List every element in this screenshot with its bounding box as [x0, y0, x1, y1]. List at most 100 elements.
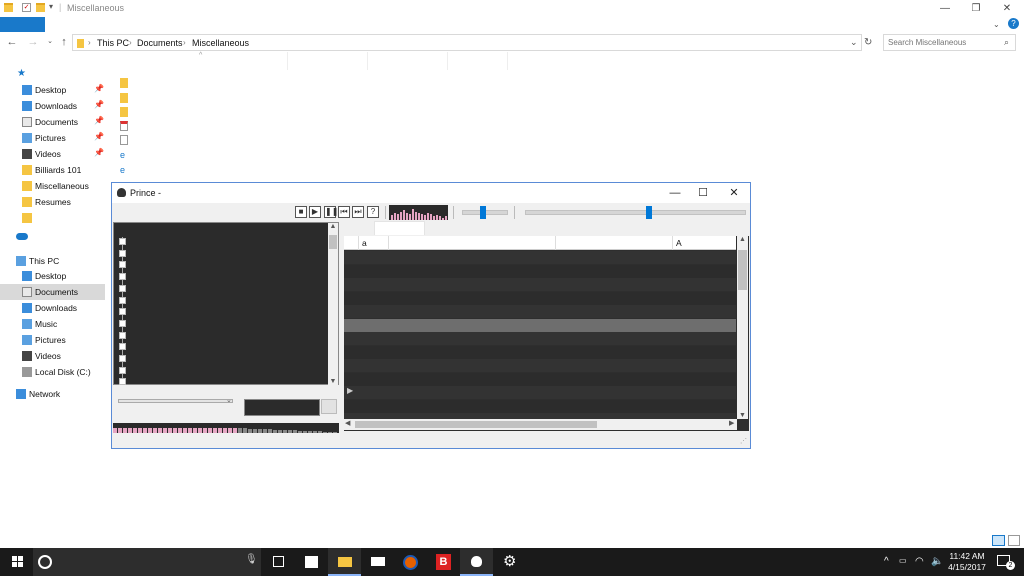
breadcrumb-separator[interactable]: ›: [88, 38, 91, 47]
address-dropdown-icon[interactable]: ⌄: [850, 37, 858, 48]
scroll-up-icon[interactable]: ▲: [737, 236, 748, 243]
playlist-row[interactable]: [344, 359, 736, 372]
folder-icon[interactable]: [120, 93, 128, 103]
nav-item-pc-music[interactable]: Music: [0, 316, 105, 332]
nav-item-local-disk[interactable]: Local Disk (C:): [0, 364, 105, 380]
taskbar-file-explorer[interactable]: [328, 548, 361, 576]
tree-expand-icon[interactable]: [119, 273, 126, 281]
taskbar-firefox[interactable]: [394, 548, 427, 576]
nav-item-resumes[interactable]: Resumes: [0, 194, 105, 210]
details-view-icon[interactable]: [992, 535, 1005, 546]
tree-expand-icon[interactable]: [119, 238, 126, 245]
taskbar-prince[interactable]: [460, 548, 493, 576]
nav-item-miscellaneous[interactable]: Miscellaneous: [0, 178, 105, 194]
playlist-row[interactable]: [344, 372, 736, 386]
task-view-button[interactable]: [262, 548, 295, 576]
breadcrumb-miscellaneous[interactable]: Miscellaneous: [192, 38, 249, 48]
tree-scrollbar[interactable]: ▲ ▼: [328, 223, 338, 385]
taskbar-settings[interactable]: ⚙: [493, 548, 526, 576]
scroll-thumb[interactable]: [738, 250, 747, 290]
properties-icon[interactable]: ✓: [22, 3, 31, 12]
next-button[interactable]: ⏭: [352, 206, 364, 218]
tree-expand-icon[interactable]: [119, 308, 126, 316]
resize-grip-icon[interactable]: ⋰: [740, 437, 747, 445]
scroll-right-icon[interactable]: ▶: [729, 419, 734, 427]
back-button[interactable]: ←: [5, 35, 19, 49]
tree-expand-icon[interactable]: [119, 249, 126, 257]
seek-slider-thumb[interactable]: [646, 206, 652, 219]
search-input[interactable]: [884, 35, 994, 50]
tree-expand-icon[interactable]: [119, 296, 126, 304]
nav-item-pc-videos[interactable]: Videos: [0, 348, 105, 364]
playlist-row[interactable]: [344, 251, 736, 264]
combo-box[interactable]: [118, 399, 233, 403]
volume-icon[interactable]: 🔈: [931, 556, 943, 567]
pdf-file-icon[interactable]: [120, 121, 128, 131]
tree-expand-icon[interactable]: [119, 319, 126, 327]
onedrive-icon[interactable]: [16, 233, 28, 240]
scroll-down-icon[interactable]: ▼: [328, 378, 338, 385]
pause-button[interactable]: ❚❚: [324, 206, 338, 218]
tree-expand-icon[interactable]: [119, 331, 126, 339]
folder-icon[interactable]: [120, 107, 128, 117]
combo-dropdown-icon[interactable]: ⌄: [226, 396, 232, 404]
file-tab[interactable]: [0, 17, 45, 32]
tree-expand-icon[interactable]: [119, 378, 126, 386]
prince-maximize-button[interactable]: ☐: [687, 183, 719, 203]
breadcrumb-this-pc[interactable]: This PC: [97, 38, 129, 48]
recent-locations-icon[interactable]: ⌄: [43, 35, 57, 49]
wifi-icon[interactable]: ◠: [915, 556, 924, 567]
tab-active[interactable]: [374, 221, 425, 235]
taskbar-store[interactable]: [295, 548, 328, 576]
playlist-row[interactable]: [344, 305, 736, 318]
search-box[interactable]: ⌕: [883, 34, 1016, 51]
up-button[interactable]: ↑: [57, 35, 71, 49]
tree-expand-icon[interactable]: [119, 261, 126, 269]
tree-expand-icon[interactable]: [119, 343, 126, 351]
playlist-vscrollbar[interactable]: ▲ ▼: [737, 236, 748, 419]
playlist-row[interactable]: [344, 386, 736, 399]
scroll-left-icon[interactable]: ◀: [345, 419, 350, 427]
taskbar-mail[interactable]: [361, 548, 394, 576]
prince-close-button[interactable]: ✕: [718, 183, 750, 203]
scroll-thumb[interactable]: [329, 235, 337, 249]
nav-item-folder[interactable]: [0, 210, 105, 226]
playlist-row[interactable]: [344, 318, 736, 332]
cortana-search-box[interactable]: 🎙: [33, 548, 261, 576]
volume-slider-thumb[interactable]: [480, 206, 486, 219]
playlist-row[interactable]: [344, 278, 736, 291]
text-file-icon[interactable]: [120, 135, 128, 145]
small-button[interactable]: [321, 399, 337, 414]
nav-item-pc-downloads[interactable]: Downloads: [0, 300, 105, 316]
nav-item-pictures[interactable]: Pictures 📌: [0, 130, 105, 146]
forward-button[interactable]: →: [26, 35, 40, 49]
scroll-thumb[interactable]: [355, 421, 597, 428]
column-header[interactable]: [368, 52, 448, 70]
playlist-row[interactable]: [344, 332, 736, 345]
maximize-button[interactable]: ❐: [961, 0, 991, 17]
nav-item-documents[interactable]: Documents 📌: [0, 114, 105, 130]
tree-expand-icon[interactable]: [119, 355, 126, 362]
playlist-view[interactable]: ▶: [344, 236, 749, 431]
previous-button[interactable]: ⏮: [338, 206, 350, 218]
microphone-icon[interactable]: 🎙: [245, 554, 258, 565]
quick-access-star-icon[interactable]: ★: [17, 68, 26, 79]
tree-expand-icon[interactable]: [119, 366, 126, 374]
nav-item-pc-pictures[interactable]: Pictures: [0, 332, 105, 348]
breadcrumb-separator[interactable]: ›: [183, 38, 186, 47]
address-bar[interactable]: › This PC › Documents › Miscellaneous ⌄: [72, 34, 862, 51]
nav-item-billiards[interactable]: Billiards 101: [0, 162, 105, 178]
nav-item-this-pc[interactable]: This PC: [0, 253, 105, 269]
column-header[interactable]: [448, 52, 508, 70]
battery-icon[interactable]: ▭: [899, 556, 907, 565]
column-header-a[interactable]: a: [362, 238, 367, 248]
playlist-row[interactable]: [344, 345, 736, 359]
ie-file-icon[interactable]: e: [120, 165, 128, 175]
playlist-hscrollbar[interactable]: ◀ ▶: [344, 419, 737, 430]
column-header[interactable]: [110, 52, 288, 70]
ribbon-expand-icon[interactable]: ⌄: [993, 20, 1000, 29]
breadcrumb-documents[interactable]: Documents: [137, 38, 183, 48]
ie-file-icon[interactable]: e: [120, 150, 128, 160]
stop-button[interactable]: ■: [295, 206, 307, 218]
playlist-row[interactable]: [344, 264, 736, 278]
